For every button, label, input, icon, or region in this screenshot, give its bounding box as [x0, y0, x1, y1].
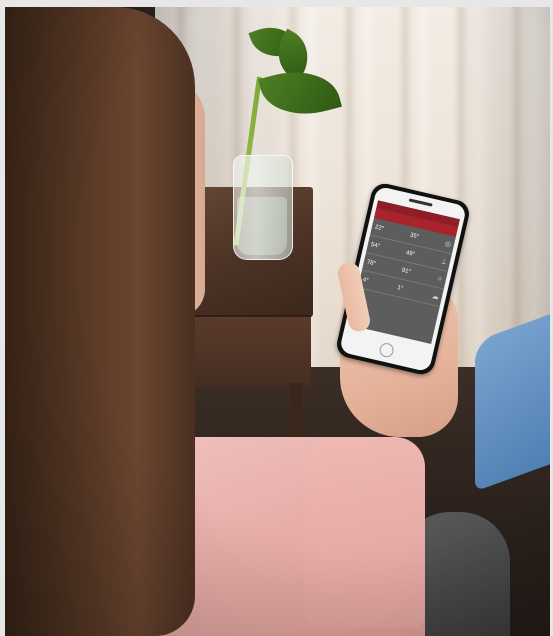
glass-vase: [233, 155, 293, 260]
phone-speaker: [408, 198, 433, 207]
weather-value: 22°: [374, 223, 385, 232]
weather-value: 78°: [366, 259, 377, 267]
weather-value: 1°: [396, 284, 404, 292]
weather-value: 35°: [409, 232, 420, 240]
sun-icon: ☼: [435, 274, 444, 283]
weather-value: 54°: [370, 241, 381, 250]
cloud-icon: ☁: [431, 292, 440, 301]
sweater-sleeve: [305, 437, 425, 627]
hair: [5, 7, 195, 636]
weather-value: 91°: [401, 267, 412, 275]
photo: 22° 35° ◎ 54° 49° ⊥ 78° 91° ☼ 4° 1° ☁: [5, 7, 550, 636]
thermometer-icon: ⊥: [440, 257, 448, 266]
weather-value: 4°: [362, 276, 370, 284]
blue-chair: [475, 312, 550, 492]
weather-value: 49°: [405, 249, 416, 258]
home-button: [378, 341, 395, 359]
image-frame: 22° 35° ◎ 54° 49° ⊥ 78° 91° ☼ 4° 1° ☁: [0, 0, 553, 636]
compass-icon: ◎: [444, 240, 452, 249]
